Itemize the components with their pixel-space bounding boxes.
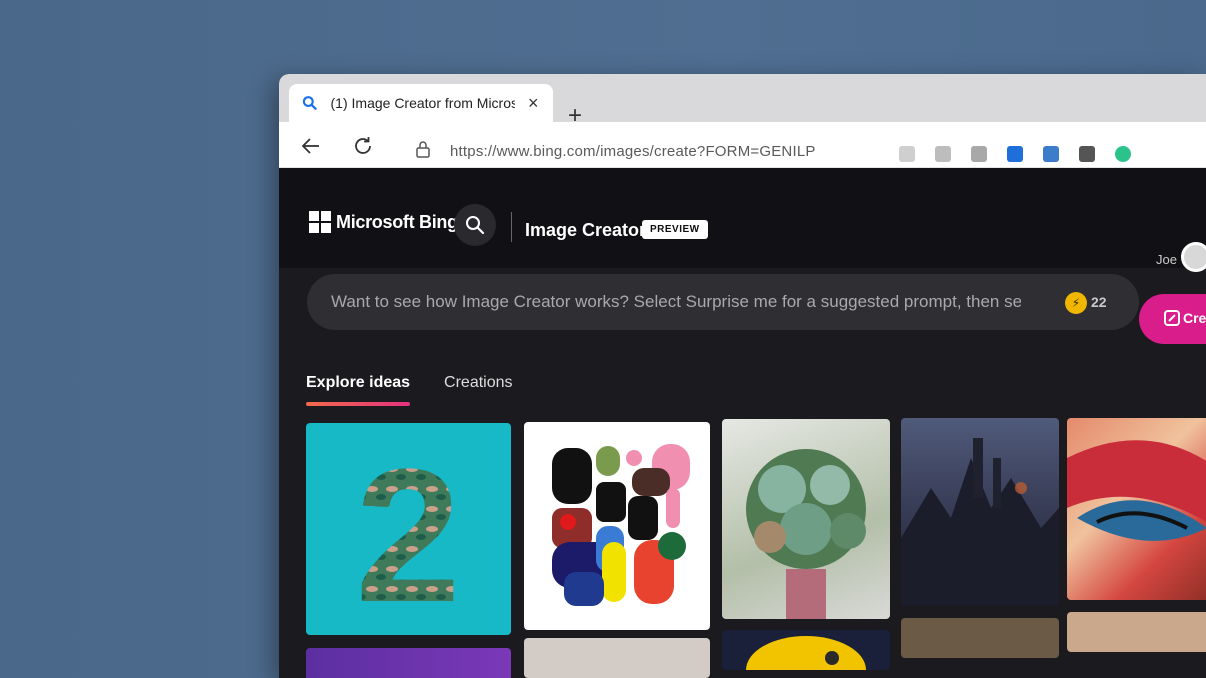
bing-image-creator-page: Microsoft Bing Image Creator PREVIEW Joe… (279, 168, 1206, 678)
page-tabs: Explore ideas Creations (306, 374, 513, 406)
gallery-tile-elephant[interactable] (901, 618, 1059, 658)
green-extension-icon[interactable] (1115, 146, 1131, 162)
gallery-tile-dark-castle[interactable] (901, 418, 1059, 606)
gmail-extension-icon[interactable] (971, 146, 987, 162)
tab-strip: (1) Image Creator from Microsoft × + (279, 74, 1206, 128)
film-extension-icon[interactable] (1079, 146, 1095, 162)
tab-creations[interactable]: Creations (444, 374, 512, 406)
product-title[interactable]: Image Creator (525, 220, 646, 241)
search-icon (466, 216, 485, 235)
microsoft-logo-icon[interactable] (309, 211, 331, 233)
tab-title: (1) Image Creator from Microsoft (330, 95, 516, 111)
search-button[interactable] (454, 204, 496, 246)
preview-badge: PREVIEW (642, 220, 708, 239)
boost-count: 22 (1091, 294, 1107, 310)
gallery-tile-purple[interactable] (306, 648, 511, 678)
create-icon (1164, 310, 1180, 326)
url-field[interactable]: https://www.bing.com/images/create?FORM=… (450, 143, 816, 160)
leafy-number-image: 2 (355, 430, 461, 635)
user-name[interactable]: Joe (1156, 252, 1177, 267)
bookmark-extension-icon[interactable] (1007, 146, 1023, 162)
boost-coin-icon: ⚡ (1065, 292, 1087, 314)
gallery-tile-number-two[interactable]: 2 (306, 423, 511, 635)
gallery-tile-warm[interactable] (1067, 612, 1206, 652)
header-divider (511, 212, 512, 242)
prompt-bar: ⚡ 22 (307, 274, 1139, 330)
back-arrow-icon[interactable] (299, 134, 323, 158)
read-aloud-icon[interactable] (899, 146, 915, 162)
reload-icon[interactable] (351, 134, 375, 158)
tile-numeral: 2 (355, 430, 461, 635)
create-button[interactable]: Cre (1139, 294, 1206, 344)
lock-icon[interactable] (415, 140, 431, 158)
gallery-tile-succulent-bouquet[interactable] (722, 419, 890, 619)
castle-image (901, 438, 1059, 606)
avatar[interactable] (1181, 242, 1206, 272)
gallery-tile-abstract-shapes[interactable] (524, 422, 710, 630)
create-label: Cre (1183, 310, 1206, 326)
extension-toolbar (899, 146, 1131, 162)
succulent-image (746, 449, 866, 619)
gallery-tile-lemon[interactable] (722, 630, 890, 670)
abstract-shapes-image (552, 444, 690, 606)
extension-icon[interactable] (935, 146, 951, 162)
lemon-image (746, 636, 866, 670)
browser-tab-image-creator[interactable]: (1) Image Creator from Microsoft × (289, 84, 553, 122)
brand-name[interactable]: Microsoft Bing (336, 212, 458, 233)
prompt-input[interactable] (331, 292, 1021, 312)
gallery-tile-colorful-eye[interactable] (1067, 418, 1206, 600)
bing-search-icon (302, 96, 317, 111)
browser-window: (1) Image Creator from Microsoft × + htt… (279, 74, 1206, 678)
eye-makeup-image (1067, 440, 1206, 541)
address-bar-row: https://www.bing.com/images/create?FORM=… (279, 122, 1206, 168)
close-tab-icon[interactable]: × (525, 94, 541, 112)
tab-explore-ideas[interactable]: Explore ideas (306, 374, 411, 406)
gallery-tile-beige[interactable] (524, 638, 710, 678)
x-extension-icon[interactable] (1043, 146, 1059, 162)
